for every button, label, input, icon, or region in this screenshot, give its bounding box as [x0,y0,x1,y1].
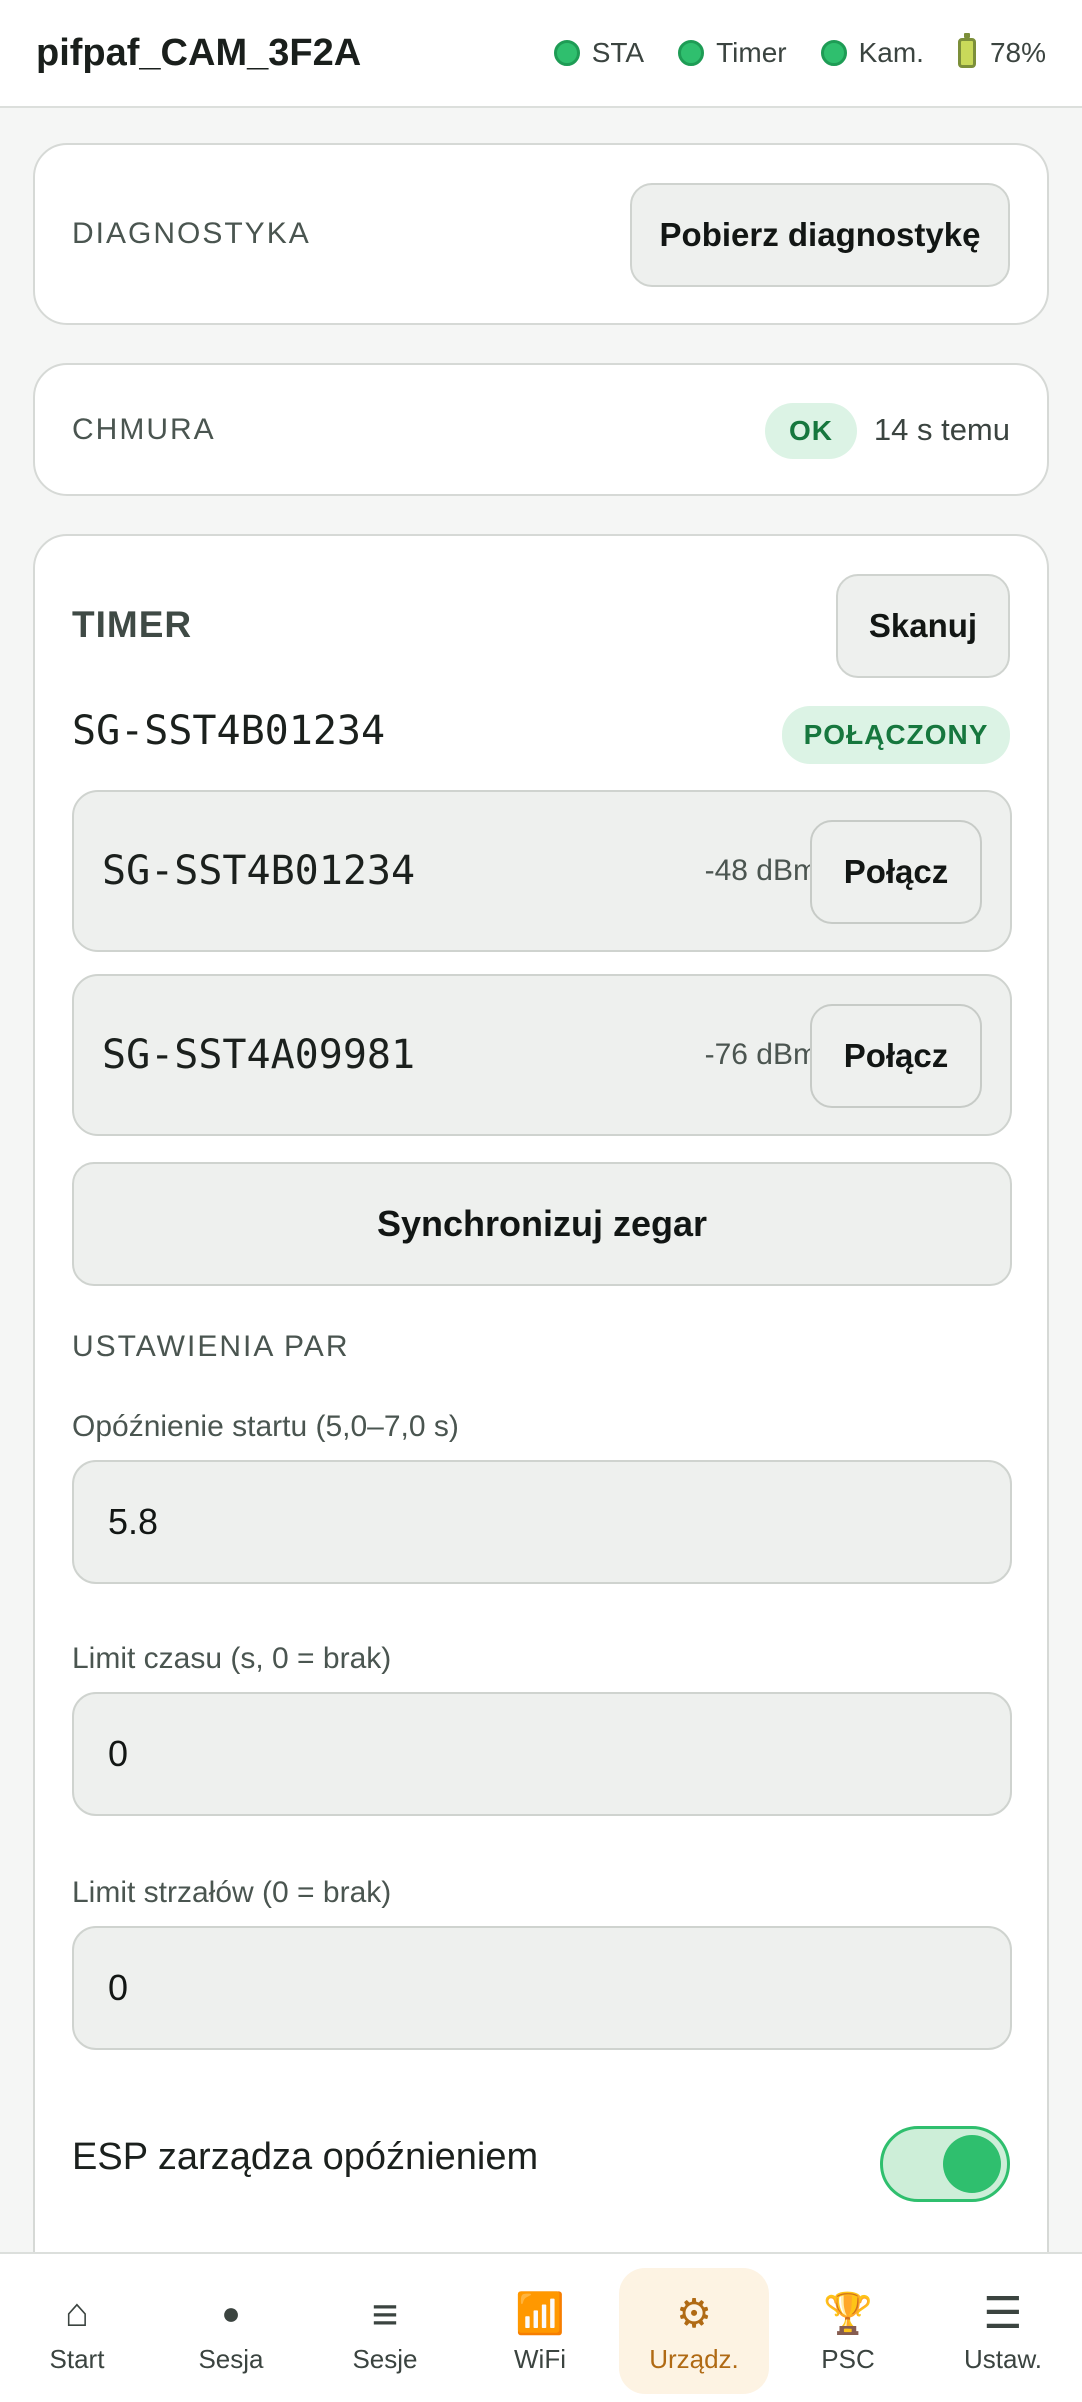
status-dot-icon [820,40,847,66]
status-timer-label: Timer [716,37,787,68]
battery-level: 78% [989,37,1046,68]
cloud-status-badge: OK [765,403,857,459]
nav-wifi[interactable]: 📶 WiFi [465,2268,615,2394]
nav-label: WiFi [514,2343,566,2374]
connect-button[interactable]: Połącz [810,1004,982,1108]
nav-label: PSC [821,2343,875,2374]
start-delay-label: Opóźnienie startu (5,0–7,0 s) [72,1410,459,1443]
download-diagnostics-button[interactable]: Pobierz diagnostykę [630,183,1010,287]
nav-settings[interactable]: ☰ Ustaw. [928,2268,1078,2394]
status-camera-label: Kam. [858,37,924,68]
trophy-icon: 🏆 [823,2292,873,2336]
app-header: pifpaf_CAM_3F2A STA Timer Kam. 78% [0,0,1082,108]
cloud-last-sync: 14 s temu [873,411,1010,447]
nav-device[interactable]: ⚙ Urządz. [619,2268,769,2394]
status-timer: Timer [678,37,787,69]
time-limit-input[interactable]: 0 [72,1692,1012,1816]
status-dot-icon [553,40,580,66]
bottom-navigation: ⌂ Start ● Sesja ≡ Sesje 📶 WiFi ⚙ Urządz.… [0,2252,1082,2402]
menu-icon: ☰ [983,2289,1023,2338]
battery-icon [957,33,976,68]
esp-delay-toggle[interactable] [880,2126,1010,2202]
nav-sessions[interactable]: ≡ Sesje [310,2268,460,2394]
connected-timer-name: SG-SST4B01234 [72,708,386,754]
scan-device-rssi: -76 dBm [704,1038,818,1071]
timer-card: TIMER Skanuj SG-SST4B01234 POŁĄCZONY SG-… [33,534,1049,2294]
start-delay-input[interactable]: 5.8 [72,1460,1012,1584]
scan-device-rssi: -48 dBm [704,854,818,887]
shot-limit-input[interactable]: 0 [72,1926,1012,2050]
wifi-icon: 📶 [515,2292,565,2336]
status-sta-label: STA [591,37,645,68]
nav-start[interactable]: ⌂ Start [2,2268,152,2394]
status-sta: STA [553,37,645,69]
status-indicators: STA Timer Kam. 78% [520,33,1046,69]
nav-label: Ustaw. [963,2343,1043,2374]
diagnostics-card: DIAGNOSTYKA Pobierz diagnostykę [33,143,1049,325]
dot-icon: ● [221,2295,241,2331]
scan-result-row: SG-SST4A09981 -76 dBm Połącz [72,974,1012,1136]
scan-result-row: SG-SST4B01234 -48 dBm Połącz [72,790,1012,952]
battery-status: 78% [957,33,1046,69]
esp-delay-toggle-label: ESP zarządza opóźnieniem [72,2136,539,2178]
cloud-card: CHMURA OK 14 s temu [33,363,1049,496]
cloud-label: CHMURA [72,412,216,446]
toggle-knob [943,2135,1001,2193]
nav-label: Sesje [352,2343,418,2374]
nav-label: Sesja [198,2343,264,2374]
scan-button[interactable]: Skanuj [836,574,1010,678]
connected-status-badge: POŁĄCZONY [782,706,1010,764]
diagnostics-label: DIAGNOSTYKA [72,217,311,250]
device-title: pifpaf_CAM_3F2A [36,31,362,74]
list-icon: ≡ [371,2287,399,2340]
status-camera: Kam. [820,37,924,69]
timer-title: TIMER [72,604,193,645]
gear-icon: ⚙ [676,2291,712,2336]
scan-device-name: SG-SST4A09981 [102,1032,416,1078]
scan-device-name: SG-SST4B01234 [102,848,416,894]
connect-button[interactable]: Połącz [810,820,982,924]
nav-session[interactable]: ● Sesja [156,2268,306,2394]
sync-clock-button[interactable]: Synchronizuj zegar [72,1162,1012,1286]
home-icon: ⌂ [64,2291,90,2335]
nav-psc[interactable]: 🏆 PSC [773,2268,923,2394]
nav-label: Urządz. [649,2343,739,2374]
status-dot-icon [678,40,705,66]
nav-label: Start [49,2343,105,2374]
time-limit-label: Limit czasu (s, 0 = brak) [72,1642,392,1675]
pair-settings-label: USTAWIENIA PAR [72,1330,350,1363]
shot-limit-label: Limit strzałów (0 = brak) [72,1876,392,1909]
